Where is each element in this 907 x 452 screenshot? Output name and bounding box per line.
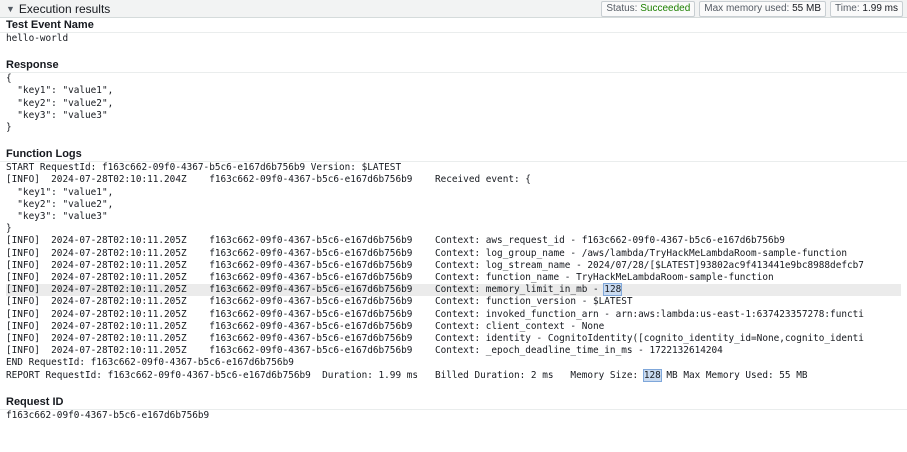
execution-results-title: Execution results: [18, 1, 111, 16]
log-line-text: [INFO] 2024-07-28T02:10:11.205Z f163c662…: [6, 284, 605, 296]
response-line: "key3": "value3": [6, 109, 108, 121]
status-label: Status:: [606, 2, 638, 14]
test-event-section: Test Event Name: [0, 18, 907, 33]
selected-text[interactable]: 128: [603, 283, 623, 297]
status-value: Succeeded: [640, 2, 691, 14]
execution-results-header: ▼ Execution results Status: Succeeded Ma…: [0, 0, 907, 18]
memory-value: 55 MB: [792, 2, 821, 14]
memory-label: Max memory used:: [704, 2, 790, 14]
log-line: "key2": "value2",: [6, 198, 114, 210]
status-badge: Status: Succeeded: [601, 0, 696, 17]
log-line: [INFO] 2024-07-28T02:10:11.205Z f163c662…: [6, 247, 847, 259]
log-line: [INFO] 2024-07-28T02:10:11.205Z f163c662…: [6, 308, 864, 320]
log-line: END RequestId: f163c662-09f0-4367-b5c6-e…: [6, 357, 294, 369]
result-badges: Status: Succeeded Max memory used: 55 MB…: [601, 0, 903, 17]
test-event-title: Test Event Name: [6, 19, 94, 31]
function-logs-section: Function Logs: [0, 148, 907, 163]
response-line: "key1": "value1",: [6, 85, 114, 97]
execution-results-toggle[interactable]: ▼ Execution results: [6, 2, 110, 16]
request-id-value: f163c662-09f0-4367-b5c6-e167d6b756b9: [6, 409, 210, 421]
function-logs-body[interactable]: START RequestId: f163c662-09f0-4367-b5c6…: [0, 162, 907, 382]
request-id-section: Request ID: [0, 396, 907, 410]
test-event-value: hello-world: [6, 33, 69, 44]
report-suffix: MB Max Memory Used: 55 MB: [660, 369, 808, 381]
response-section: Response: [0, 59, 907, 74]
time-badge: Time: 1.99 ms: [830, 0, 903, 17]
log-line: [INFO] 2024-07-28T02:10:11.205Z f163c662…: [6, 296, 633, 308]
response-line: }: [6, 122, 12, 134]
function-logs-title: Function Logs: [6, 148, 82, 161]
log-line: [INFO] 2024-07-28T02:10:11.205Z f163c662…: [6, 272, 774, 284]
report-selected-text[interactable]: 128: [642, 368, 662, 382]
response-line: "key2": "value2",: [6, 97, 114, 109]
log-line: [INFO] 2024-07-28T02:10:11.204Z f163c662…: [6, 174, 531, 186]
response-line: {: [6, 73, 12, 85]
log-line: [INFO] 2024-07-28T02:10:11.205Z f163c662…: [6, 259, 864, 271]
log-line: START RequestId: f163c662-09f0-4367-b5c6…: [6, 162, 402, 174]
log-line: [INFO] 2024-07-28T02:10:11.205Z f163c662…: [6, 320, 605, 332]
log-line: }: [6, 223, 12, 235]
response-title: Response: [6, 59, 59, 72]
time-value: 1.99 ms: [862, 2, 898, 14]
request-id-title: Request ID: [6, 395, 64, 408]
log-line-highlighted: [INFO] 2024-07-28T02:10:11.205Z f163c662…: [6, 283, 901, 297]
log-line: "key3": "value3": [6, 211, 108, 223]
response-body: { "key1": "value1", "key2": "value2", "k…: [0, 73, 907, 134]
log-line: "key1": "value1",: [6, 186, 114, 198]
log-line: [INFO] 2024-07-28T02:10:11.205Z f163c662…: [6, 345, 723, 357]
report-line: REPORT RequestId: f163c662-09f0-4367-b5c…: [6, 368, 901, 382]
memory-badge: Max memory used: 55 MB: [699, 0, 826, 17]
time-label: Time:: [835, 2, 860, 14]
report-prefix: REPORT RequestId: f163c662-09f0-4367-b5c…: [6, 369, 644, 381]
log-line: [INFO] 2024-07-28T02:10:11.205Z f163c662…: [6, 333, 864, 345]
caret-down-icon: ▼: [6, 3, 15, 14]
log-line: [INFO] 2024-07-28T02:10:11.205Z f163c662…: [6, 235, 785, 247]
